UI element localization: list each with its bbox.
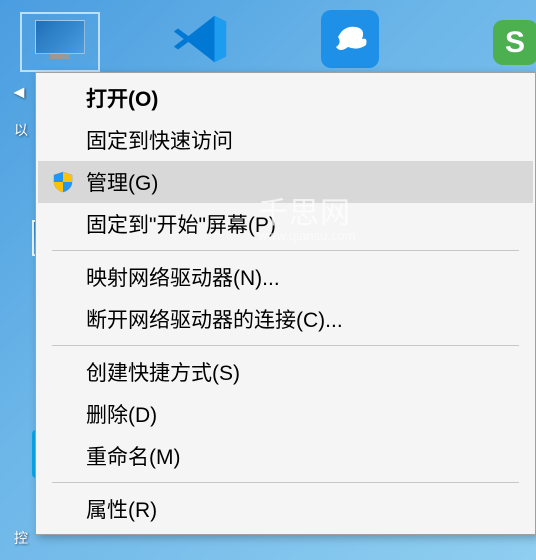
s-icon: S: [493, 20, 536, 65]
menu-label: 删除(D): [86, 399, 521, 429]
desktop-icon-thunder[interactable]: [305, 10, 395, 68]
menu-item-delete[interactable]: 删除(D): [38, 393, 533, 435]
menu-label: 属性(R): [86, 494, 521, 524]
hummingbird-icon: [330, 17, 370, 61]
selection-arrow-icon: ◄: [10, 82, 28, 103]
blank-icon: [52, 401, 86, 427]
menu-item-open[interactable]: 打开(O): [38, 77, 533, 119]
menu-item-map-network-drive[interactable]: 映射网络驱动器(N)...: [38, 256, 533, 298]
vscode-icon: [171, 10, 229, 68]
menu-label: 映射网络驱动器(N)...: [86, 262, 521, 292]
desktop-label-control-partial: 控: [14, 528, 28, 548]
blank-icon: [52, 127, 86, 153]
blank-icon: [52, 359, 86, 385]
menu-item-create-shortcut[interactable]: 创建快捷方式(S): [38, 351, 533, 393]
menu-label: 重命名(M): [86, 441, 521, 471]
desktop-icon-wps[interactable]: S: [470, 20, 536, 65]
blank-icon: [52, 496, 86, 522]
desktop-label-thispc-partial: 以: [14, 120, 28, 140]
menu-item-properties[interactable]: 属性(R): [38, 488, 533, 530]
context-menu: 打开(O) 固定到快速访问 管理(G) 固定到"开始"屏幕(P) 映射网络驱动器…: [35, 72, 536, 535]
menu-label: 打开(O): [86, 83, 521, 113]
menu-label: 管理(G): [86, 167, 521, 197]
menu-item-disconnect-network-drive[interactable]: 断开网络驱动器的连接(C)...: [38, 298, 533, 340]
menu-item-rename[interactable]: 重命名(M): [38, 435, 533, 477]
menu-separator: [52, 250, 519, 251]
menu-item-pin-start[interactable]: 固定到"开始"屏幕(P): [38, 203, 533, 245]
menu-label: 创建快捷方式(S): [86, 357, 521, 387]
menu-item-manage[interactable]: 管理(G): [38, 161, 533, 203]
blank-icon: [52, 264, 86, 290]
menu-separator: [52, 482, 519, 483]
blank-icon: [52, 306, 86, 332]
menu-separator: [52, 345, 519, 346]
blank-icon: [52, 85, 86, 111]
desktop-icon-vscode[interactable]: [155, 10, 245, 68]
shield-icon: [52, 169, 86, 195]
desktop-icon-this-pc[interactable]: [15, 12, 105, 72]
menu-label: 断开网络驱动器的连接(C)...: [86, 304, 521, 334]
blank-icon: [52, 211, 86, 237]
menu-item-pin-quick-access[interactable]: 固定到快速访问: [38, 119, 533, 161]
menu-label: 固定到快速访问: [86, 125, 521, 155]
menu-label: 固定到"开始"屏幕(P): [86, 209, 521, 239]
blank-icon: [52, 443, 86, 469]
